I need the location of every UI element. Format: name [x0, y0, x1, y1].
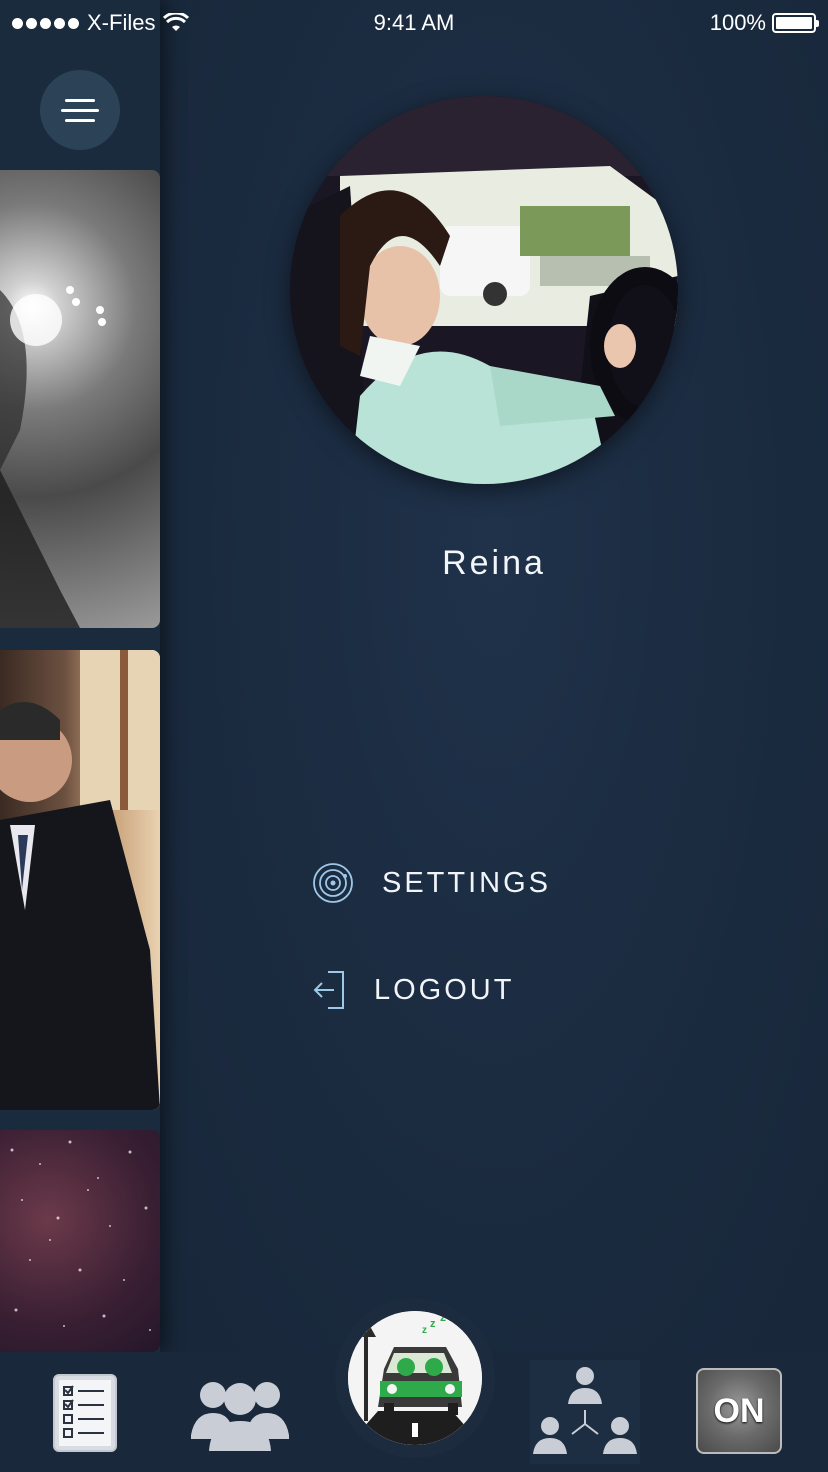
tab-group[interactable]: [170, 1352, 310, 1472]
profile-avatar[interactable]: [290, 96, 678, 484]
profile-name: Reina: [442, 544, 546, 582]
checklist-icon: [53, 1374, 117, 1452]
tab-network[interactable]: [530, 1360, 640, 1464]
power-on-label: ON: [713, 1391, 765, 1430]
svg-text:z: z: [440, 1311, 446, 1324]
power-on-icon: ON: [696, 1368, 782, 1454]
clock: 9:41 AM: [373, 10, 455, 35]
settings-icon: [313, 863, 353, 903]
battery-icon: [772, 13, 819, 33]
status-bar: X-Files 9:41 AM 100%: [0, 0, 828, 46]
feed-image-1[interactable]: [0, 170, 160, 628]
svg-text:z: z: [430, 1318, 436, 1330]
group-icon: [191, 1382, 289, 1451]
hamburger-menu-button[interactable]: [40, 70, 120, 150]
logout-menu-item[interactable]: LOGOUT: [312, 970, 514, 1010]
feed-strip: [0, 0, 160, 1352]
drowsy-driver-car-icon: z z z: [348, 1311, 482, 1445]
settings-label: SETTINGS: [382, 866, 552, 899]
feed-image-2[interactable]: [0, 650, 160, 1110]
feed-image-3[interactable]: [0, 1130, 160, 1352]
logout-icon: [313, 971, 344, 1009]
hamburger-icon: [65, 98, 95, 102]
tab-power[interactable]: ON: [696, 1368, 782, 1454]
org-chart-icon: [533, 1367, 637, 1454]
logout-label: LOGOUT: [374, 973, 515, 1006]
settings-menu-item[interactable]: SETTINGS: [312, 862, 551, 904]
battery-percentage: 100%: [709, 10, 766, 35]
svg-text:z: z: [422, 1325, 427, 1336]
tab-checklist[interactable]: [20, 1352, 150, 1472]
drowsy-driving-button[interactable]: z z z: [335, 1298, 495, 1458]
